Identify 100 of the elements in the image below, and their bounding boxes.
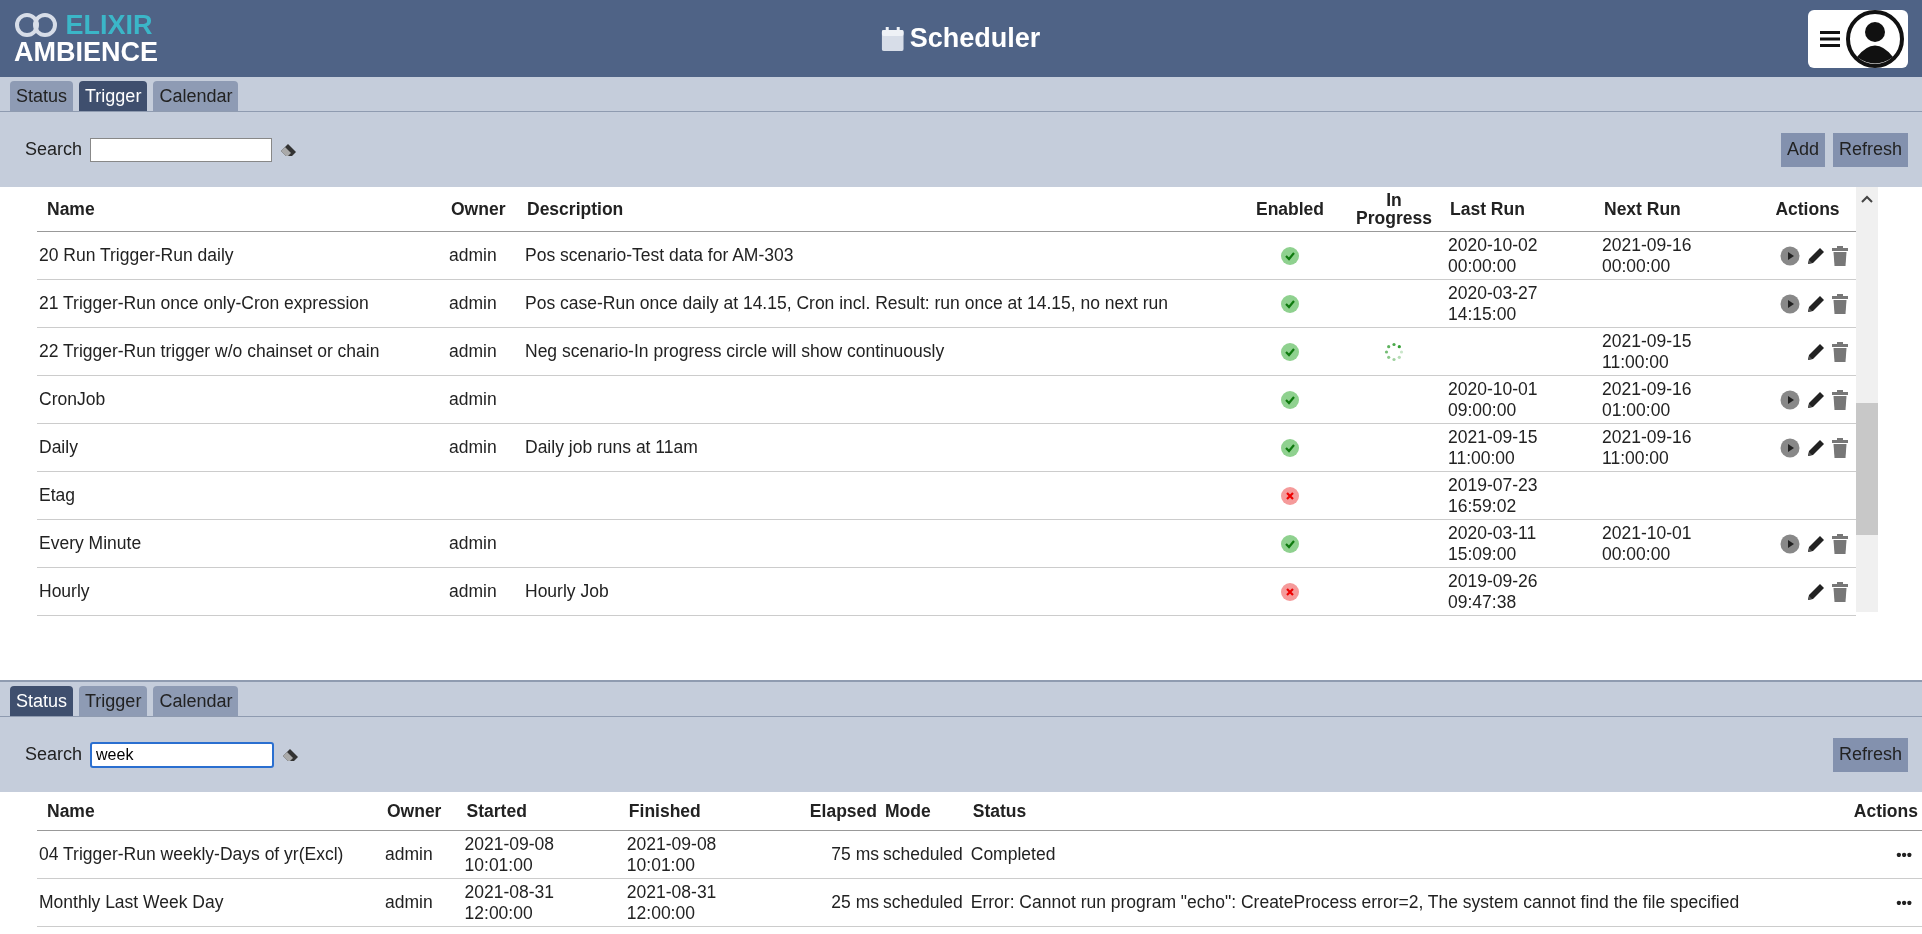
eraser-icon[interactable] xyxy=(282,747,301,762)
table-cell: Hourly xyxy=(37,567,447,616)
tab[interactable]: Calendar xyxy=(153,81,239,111)
table-cell: 21 Trigger-Run once only-Cron expression xyxy=(37,279,447,328)
toolbar-button[interactable]: Refresh xyxy=(1832,132,1908,167)
column-header: Last Run xyxy=(1446,187,1600,232)
column-header: Enabled xyxy=(1238,187,1342,232)
table-cell: 2020-10-01 09:00:00 xyxy=(1446,375,1600,424)
column-header: Owner xyxy=(447,187,523,232)
linked-rings-icon xyxy=(14,12,58,38)
play-icon[interactable] xyxy=(1780,245,1800,266)
toolbar-button[interactable]: Refresh xyxy=(1832,737,1908,772)
trash-icon[interactable] xyxy=(1832,293,1848,314)
table-cell: Monthly Last Week Day xyxy=(37,878,383,927)
table-cell: 2021-08-31 12:00:00 xyxy=(624,878,788,927)
table-cell: Daily xyxy=(37,423,447,472)
table-cell: Pos case-Run once daily at 14.15, Cron incl. Result: run once at 14.15, no next run xyxy=(523,279,1238,328)
column-header: Owner xyxy=(382,792,463,831)
pencil-icon[interactable] xyxy=(1806,245,1826,266)
scroll-up-icon[interactable] xyxy=(1861,195,1873,203)
trash-icon[interactable] xyxy=(1832,245,1848,266)
play-icon[interactable] xyxy=(1780,437,1800,458)
table-cell: 2020-03-11 15:09:00 xyxy=(1446,519,1600,568)
column-header: Status xyxy=(968,792,1833,831)
column-header: Next Run xyxy=(1600,187,1759,232)
table-cell: admin xyxy=(447,327,523,376)
pencil-icon[interactable] xyxy=(1806,581,1826,602)
column-header: Finished xyxy=(624,792,788,831)
table-cell: Daily job runs at 11am xyxy=(523,423,1238,472)
search-field[interactable] xyxy=(90,137,273,162)
tab[interactable]: Trigger xyxy=(79,81,148,111)
page-title: Scheduler xyxy=(909,23,1041,54)
tab[interactable]: Trigger xyxy=(79,686,148,716)
tab[interactable]: Status xyxy=(10,686,74,716)
calendar-icon xyxy=(881,26,904,51)
table-cell: 2021-09-15 11:00:00 xyxy=(1446,423,1600,472)
table-cell: scheduled xyxy=(881,878,969,927)
table-cell: admin xyxy=(447,519,523,568)
table-cell: Neg scenario-In progress circle will show continuously xyxy=(523,327,1238,376)
table-cell: Hourly Job xyxy=(523,567,1238,616)
column-header: Elapsed xyxy=(787,792,881,831)
toolbar-button[interactable]: Add xyxy=(1780,132,1825,167)
column-header: In Progress xyxy=(1342,187,1446,232)
trash-icon[interactable] xyxy=(1832,437,1848,458)
logo-text: ELIXIR xyxy=(65,11,154,39)
trash-icon[interactable] xyxy=(1832,581,1848,602)
table-cell: 2021-09-16 11:00:00 xyxy=(1600,423,1759,472)
table-cell: Completed xyxy=(968,830,1833,879)
pencil-icon[interactable] xyxy=(1806,389,1826,410)
table-cell: 2019-09-26 09:47:38 xyxy=(1446,567,1600,616)
table-cell: admin xyxy=(447,231,523,280)
table-cell: 2020-10-02 00:00:00 xyxy=(1446,231,1600,280)
column-header: Name xyxy=(37,187,447,232)
table-cell: admin xyxy=(447,423,523,472)
more-button[interactable]: ••• xyxy=(1896,894,1920,911)
table-cell: 2021-09-08 10:01:00 xyxy=(462,830,625,879)
table-cell: 75 ms xyxy=(787,830,881,879)
user-menu[interactable] xyxy=(1808,9,1908,68)
table-cell: 22 Trigger-Run trigger w/o chainset or chain xyxy=(37,327,447,376)
play-icon[interactable] xyxy=(1780,389,1800,410)
trash-icon[interactable] xyxy=(1832,341,1848,362)
scrollbar[interactable] xyxy=(1856,187,1878,612)
pencil-icon[interactable] xyxy=(1806,533,1826,554)
table-cell: Etag xyxy=(37,471,447,520)
search-label: Search xyxy=(25,139,83,160)
play-icon[interactable] xyxy=(1780,293,1800,314)
tab[interactable]: Status xyxy=(10,81,74,111)
avatar-icon[interactable] xyxy=(1846,9,1904,68)
trash-icon[interactable] xyxy=(1832,389,1848,410)
table-cell: 2020-03-27 14:15:00 xyxy=(1446,279,1600,328)
pencil-icon[interactable] xyxy=(1806,341,1826,362)
tab[interactable]: Calendar xyxy=(153,686,239,716)
more-button[interactable]: ••• xyxy=(1896,846,1920,863)
table-cell: admin xyxy=(447,567,523,616)
table-cell: CronJob xyxy=(37,375,447,424)
table-cell: Every Minute xyxy=(37,519,447,568)
pencil-icon[interactable] xyxy=(1806,293,1826,314)
logo-text: AMBIENCE xyxy=(14,38,158,66)
column-header: Started xyxy=(462,792,625,831)
table-cell: admin xyxy=(382,830,463,879)
search-field[interactable]: week xyxy=(90,741,275,768)
table-cell: Pos scenario-Test data for AM-303 xyxy=(523,231,1238,280)
menu-icon[interactable] xyxy=(1820,29,1840,48)
table-cell: 25 ms xyxy=(787,878,881,927)
eraser-icon[interactable] xyxy=(280,142,299,157)
pencil-icon[interactable] xyxy=(1806,437,1826,458)
table-cell: 20 Run Trigger-Run daily xyxy=(37,231,447,280)
table-cell: Error: Cannot run program "echo": CreateProcess error=2, The system cannot find the file specified xyxy=(968,878,1833,927)
table-cell: 2021-10-01 00:00:00 xyxy=(1600,519,1759,568)
table-cell: admin xyxy=(447,279,523,328)
search-label: Search xyxy=(25,744,83,765)
play-icon[interactable] xyxy=(1780,533,1800,554)
trash-icon[interactable] xyxy=(1832,533,1848,554)
column-header: Mode xyxy=(881,792,969,831)
table-cell: 04 Trigger-Run weekly-Days of yr(Excl) xyxy=(37,830,383,879)
table-cell: 2021-09-16 01:00:00 xyxy=(1600,375,1759,424)
table-cell: 2021-09-15 11:00:00 xyxy=(1600,327,1759,376)
column-header: Actions xyxy=(1832,792,1922,831)
table-cell: admin xyxy=(447,375,523,424)
table-cell: 2021-09-08 10:01:00 xyxy=(624,830,788,879)
